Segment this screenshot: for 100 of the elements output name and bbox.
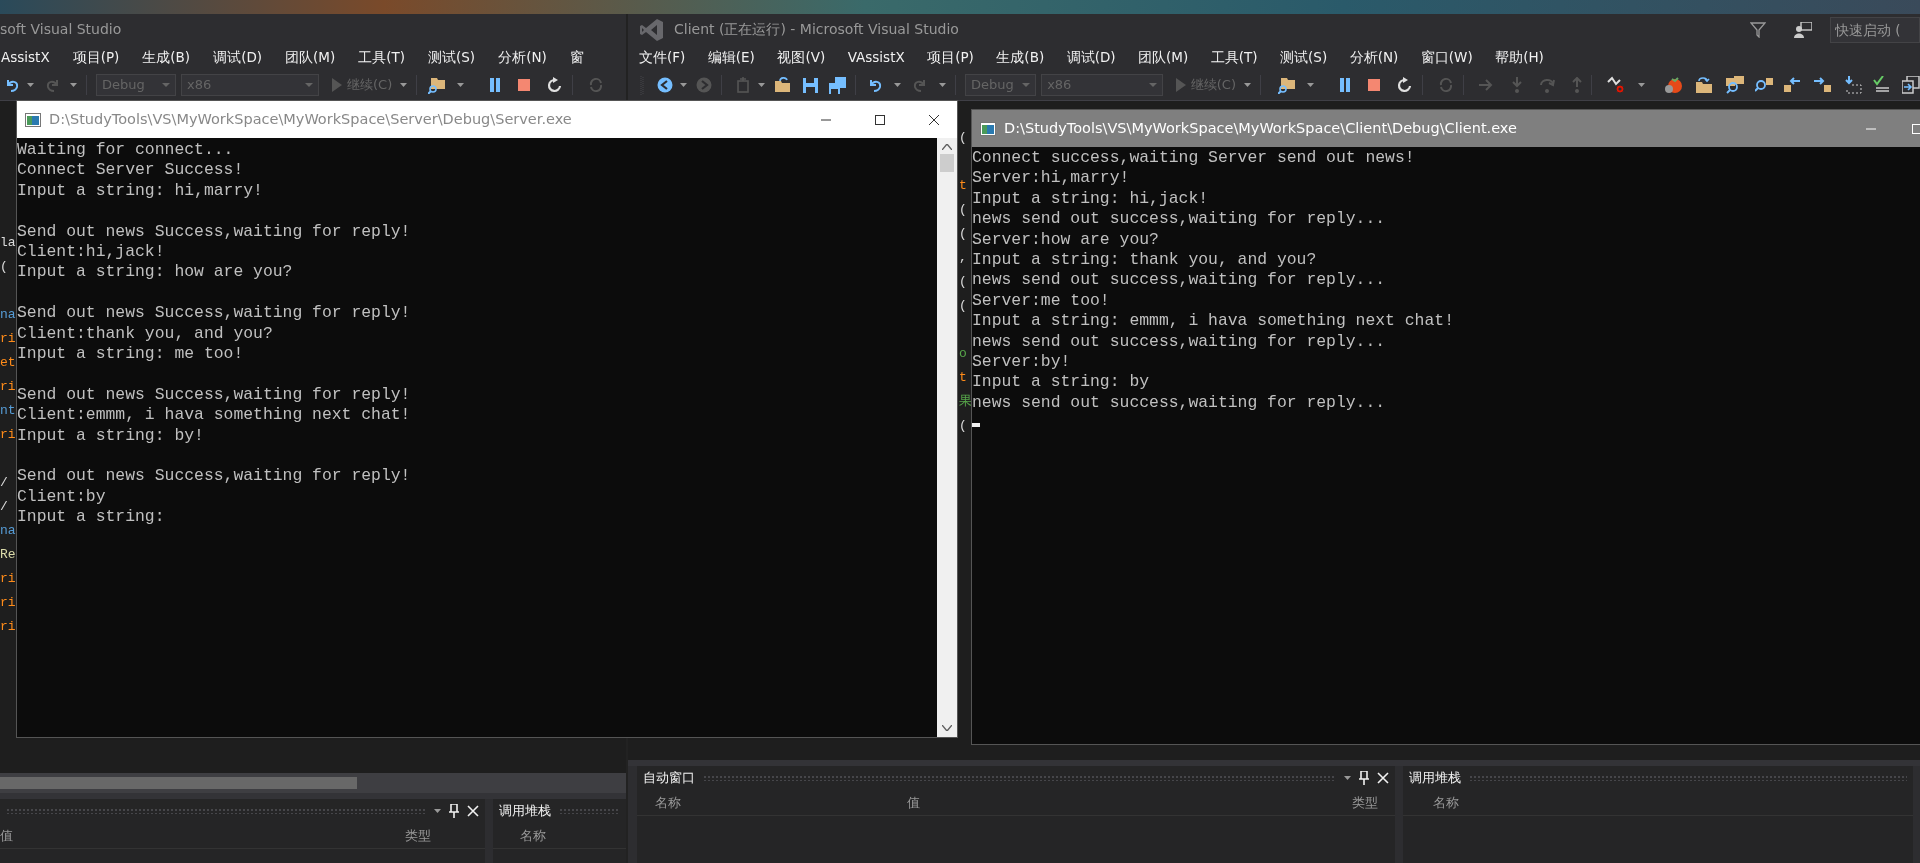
panel-title: 调用堆栈 xyxy=(1409,769,1461,788)
menu-item[interactable]: 文件(F) xyxy=(639,47,686,68)
console-line: Connect Server Success! xyxy=(17,160,245,181)
console-line: Client:thank you, and you? xyxy=(17,323,274,345)
menu-item[interactable]: 生成(B) xyxy=(996,47,1045,68)
code-fragment: ( xyxy=(959,417,967,435)
menu-item[interactable]: 工具(T) xyxy=(358,47,406,68)
console-line: Send out news Success,waiting for reply! xyxy=(17,384,412,406)
console-line: Input a string: hi,marry! xyxy=(17,180,264,202)
menu-item[interactable]: 帮助(H) xyxy=(1495,47,1544,68)
menu-item[interactable]: 团队(M) xyxy=(1138,47,1189,68)
caret-icon[interactable] xyxy=(758,83,765,87)
save-all-icon[interactable] xyxy=(829,76,846,94)
quick-launch-field[interactable]: 快速启动 ( xyxy=(1830,16,1920,43)
caret-icon[interactable] xyxy=(680,83,687,87)
console-line: Server:by! xyxy=(972,352,1072,373)
code-fragment: ri xyxy=(0,330,16,348)
horizontal-scrollbar-thumb[interactable] xyxy=(0,777,357,789)
move-left-icon[interactable] xyxy=(1784,77,1802,93)
code-fragment: ( xyxy=(959,225,967,243)
menu-item[interactable]: 调试(D) xyxy=(213,47,263,68)
caret-icon[interactable] xyxy=(894,83,901,87)
console-line: Input a string: how are you? xyxy=(17,262,294,283)
copy-to-icon[interactable] xyxy=(1902,76,1920,94)
console-line: Server:me too! xyxy=(972,290,1111,312)
console-line: Waiting for connect... xyxy=(17,140,235,161)
restart-icon[interactable] xyxy=(547,77,564,93)
menu-item[interactable]: AssistX xyxy=(1,47,50,68)
caret-icon[interactable] xyxy=(1307,83,1314,87)
column-header: 值 xyxy=(0,826,14,845)
panel-title: 自动窗口 xyxy=(643,769,695,788)
code-fragment: Re xyxy=(0,546,16,564)
menu-item[interactable]: 团队(M) xyxy=(285,47,336,68)
menu-item[interactable]: 测试(S) xyxy=(428,47,476,68)
pin-icon xyxy=(449,804,459,818)
folder-search-icon[interactable] xyxy=(1278,76,1296,94)
menu-item[interactable]: 调试(D) xyxy=(1066,47,1116,68)
close-icon[interactable] xyxy=(929,114,939,125)
code-fragment: t xyxy=(959,369,967,387)
column-header: 名称 xyxy=(519,826,546,845)
move-right-icon[interactable] xyxy=(1813,77,1831,93)
menu-item[interactable]: 编辑(E) xyxy=(707,47,755,68)
caret-icon[interactable] xyxy=(939,83,946,87)
menu-item[interactable]: 工具(T) xyxy=(1210,47,1258,68)
menu-item[interactable]: 项目(P) xyxy=(927,47,974,68)
code-fragment: nt xyxy=(0,402,16,420)
menu-item[interactable]: VAssistX xyxy=(847,47,905,68)
scroll-up-icon[interactable] xyxy=(942,144,952,150)
code-fragment: ri xyxy=(0,378,16,396)
caret-icon[interactable] xyxy=(457,83,465,87)
menu-item[interactable]: 生成(B) xyxy=(142,47,191,68)
pause-icon[interactable] xyxy=(489,78,502,92)
console-line: Input a string: xyxy=(17,507,166,528)
console-line: Server:hi,marry! xyxy=(972,168,1131,189)
caret-icon[interactable] xyxy=(27,83,34,87)
console-line: Input a string: by xyxy=(972,372,1151,393)
search-icon[interactable] xyxy=(1755,77,1773,93)
menu-item[interactable]: 项目(P) xyxy=(72,47,120,68)
vertical-scrollbar-thumb[interactable] xyxy=(940,154,954,172)
breakpoint-icon[interactable] xyxy=(1607,76,1625,94)
menu-item[interactable]: 窗 xyxy=(569,47,584,68)
menu-item[interactable]: 分析(N) xyxy=(1349,47,1399,68)
menu-item[interactable]: 视图(V) xyxy=(777,47,826,68)
undo-icon[interactable] xyxy=(867,77,883,93)
caret-icon[interactable] xyxy=(1638,83,1645,87)
code-fragment: et xyxy=(0,354,16,372)
console-line: news send out success,waiting for reply... xyxy=(972,209,1387,230)
menu-item[interactable]: 窗口(W) xyxy=(1420,47,1473,68)
spell-check-icon[interactable] xyxy=(1873,76,1891,94)
caret-icon[interactable] xyxy=(1244,83,1251,87)
feedback-icon[interactable] xyxy=(1794,21,1812,38)
column-header: 名称 xyxy=(1432,793,1459,812)
window-title: D:\StudyTools\VS\MyWorkSpace\MyWorkSpace\Server\Debug\Server.exe xyxy=(49,109,573,129)
caret-icon[interactable] xyxy=(400,83,408,87)
restart-icon[interactable] xyxy=(1397,77,1413,93)
open-folder-icon[interactable] xyxy=(774,77,792,93)
caret-icon[interactable] xyxy=(70,83,77,87)
windows-search-icon[interactable] xyxy=(1726,76,1744,94)
pause-icon[interactable] xyxy=(1339,78,1351,92)
tomato-icon[interactable] xyxy=(1664,76,1682,94)
insert-icon[interactable] xyxy=(1844,76,1862,94)
stop-icon[interactable] xyxy=(518,79,531,91)
code-fragment: 果 xyxy=(959,393,972,411)
folder-search-icon[interactable] xyxy=(428,76,447,94)
menu-item[interactable]: 测试(S) xyxy=(1280,47,1328,68)
folder-arrow-icon[interactable] xyxy=(1695,77,1713,93)
panel-title: 调用堆栈 xyxy=(499,802,551,821)
visual-studio-logo-icon xyxy=(640,17,664,42)
code-fragment: ri xyxy=(0,426,16,444)
back-icon[interactable] xyxy=(657,77,673,93)
console-line: Input a string: me too! xyxy=(17,344,245,365)
console-line: Input a string: by! xyxy=(17,425,205,447)
code-fragment: la xyxy=(0,234,16,252)
maximize-icon[interactable] xyxy=(875,114,885,125)
console-line: Client:by xyxy=(17,486,107,508)
console-line: Send out news Success,waiting for reply! xyxy=(17,466,412,487)
scroll-down-icon[interactable] xyxy=(942,725,952,731)
code-fragment: , xyxy=(959,249,967,267)
menu-item[interactable]: 分析(N) xyxy=(498,47,547,68)
code-fragment: ri xyxy=(0,618,16,636)
